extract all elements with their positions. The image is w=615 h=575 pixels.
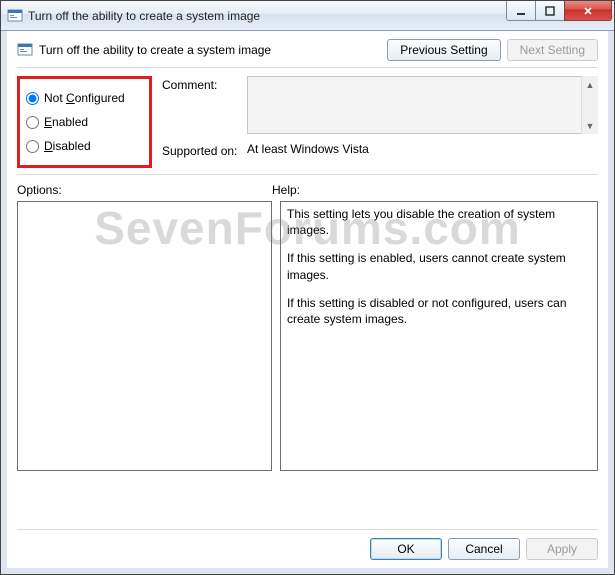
comment-textarea[interactable] — [247, 76, 598, 134]
help-paragraph: If this setting is disabled or not confi… — [287, 295, 591, 327]
supported-on-value: At least Windows Vista — [247, 142, 369, 156]
dialog-content: Turn off the ability to create a system … — [1, 31, 614, 574]
not-configured-radio[interactable] — [26, 92, 39, 105]
comment-label: Comment: — [162, 76, 247, 92]
options-pane — [17, 201, 272, 471]
help-paragraph: This setting lets you disable the creati… — [287, 206, 591, 238]
comment-scrollbar[interactable]: ▲ ▼ — [581, 76, 598, 134]
settings-area: Not Configured Enabled Disabled Comment:… — [17, 76, 598, 168]
enabled-radio[interactable] — [26, 116, 39, 129]
app-icon — [7, 8, 23, 24]
previous-setting-button[interactable]: Previous Setting — [387, 39, 500, 61]
policy-icon — [17, 42, 33, 58]
window-title: Turn off the ability to create a system … — [28, 9, 260, 23]
disabled-radio[interactable] — [26, 140, 39, 153]
header-row: Turn off the ability to create a system … — [17, 39, 598, 61]
apply-button: Apply — [526, 538, 598, 560]
options-label: Options: — [17, 183, 272, 197]
help-paragraph: If this setting is enabled, users cannot… — [287, 250, 591, 282]
cancel-button[interactable]: Cancel — [448, 538, 520, 560]
not-configured-label[interactable]: Not Configured — [44, 91, 125, 105]
help-label: Help: — [272, 183, 598, 197]
next-setting-button: Next Setting — [507, 39, 598, 61]
divider — [17, 67, 598, 68]
close-button[interactable] — [564, 1, 612, 21]
divider-2 — [17, 174, 598, 175]
disabled-label[interactable]: Disabled — [44, 139, 91, 153]
enabled-label[interactable]: Enabled — [44, 115, 88, 129]
minimize-button[interactable] — [506, 1, 536, 21]
title-bar: Turn off the ability to create a system … — [1, 1, 614, 31]
ok-button[interactable]: OK — [370, 538, 442, 560]
supported-on-label: Supported on: — [162, 142, 247, 158]
state-radio-group: Not Configured Enabled Disabled — [17, 76, 152, 168]
policy-title: Turn off the ability to create a system … — [39, 43, 387, 57]
help-pane: This setting lets you disable the creati… — [280, 201, 598, 471]
window-controls — [507, 1, 612, 21]
scroll-down-icon[interactable]: ▼ — [582, 117, 598, 134]
dialog-footer: OK Cancel Apply — [17, 529, 598, 560]
scroll-up-icon[interactable]: ▲ — [582, 76, 598, 93]
maximize-button[interactable] — [535, 1, 565, 21]
